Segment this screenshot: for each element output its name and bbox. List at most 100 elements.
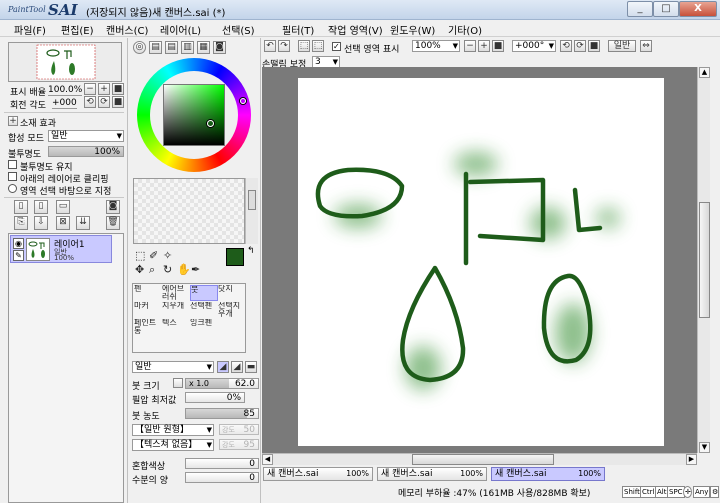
deselect-icon[interactable]: ⬚ [298,40,310,52]
brush-mode-select[interactable]: 일반 ▼ [132,361,214,373]
magnifier-icon[interactable]: ⌕ [149,263,155,277]
copy-layer-icon[interactable]: ⎘ [14,216,28,230]
zoom-reset-button[interactable]: ■ [112,83,124,95]
tool-airbrush[interactable]: 에어브러쉬 [162,285,190,301]
clip-to-layer-checkbox[interactable] [8,172,17,181]
document-tab-2[interactable]: 새 캔버스.sai 100% [377,467,487,481]
canvas-zoom-select[interactable]: 100% ▼ [412,40,460,52]
rgb-slider-mode-icon[interactable]: ▤ [149,41,162,54]
settings-icon[interactable]: ⚙ [710,486,719,498]
maximize-button[interactable]: □ [653,1,679,17]
scroll-left-icon[interactable]: ◀ [262,454,273,465]
brush-size-slider[interactable]: x 1.0 62.0 [185,378,259,389]
undo-icon[interactable]: ↶ [264,40,276,52]
brush-texture-select[interactable]: 【텍스쳐 없음】 ▼ [132,439,214,451]
rotate-value[interactable]: +000 [52,98,77,109]
rotate-right-button[interactable]: ⟳ [98,96,110,108]
document-tab-1[interactable]: 새 캔버스.sai 100% [263,467,373,481]
menu-window[interactable]: 윈도우(W) [390,22,435,37]
tool-bucket[interactable]: 페인트통 [134,319,162,335]
canvas-vertical-scrollbar[interactable]: ▲ ▼ [697,67,710,453]
palette-scrollbar-thumb[interactable] [248,190,256,210]
clear-layer-icon[interactable]: ⊠ [56,216,70,230]
horizontal-scrollbar-thumb[interactable] [412,454,554,465]
show-selection-checkbox[interactable]: ✓ [332,42,341,51]
eyedropper-icon[interactable]: ✒ [191,263,200,277]
edge-medium-icon[interactable]: ◢ [231,361,243,373]
minimize-button[interactable]: _ [627,1,653,17]
menu-edit[interactable]: 편집(E) [61,22,94,37]
layer-row[interactable]: ◉ ✎ 레이어1 일반 100% [10,235,112,263]
size-multiplier-button[interactable] [173,378,183,388]
canvas-rotate-select[interactable]: +000° ▼ [512,40,556,52]
menu-canvas[interactable]: 캔버스(C) [106,22,148,37]
lasso-icon[interactable]: ✐ [149,249,158,263]
color-mixer-mode-icon[interactable]: ▥ [181,41,194,54]
canvas-zoom-out-icon[interactable]: − [464,40,476,52]
menu-filter[interactable]: 필터(T) [282,22,314,37]
canvas-zoom-in-icon[interactable]: + [478,40,490,52]
saturation-value-square[interactable] [163,84,225,146]
tool-text[interactable]: 텍스 [162,319,190,335]
tool-eraser[interactable]: 지우개 [162,302,190,318]
edge-hard-icon[interactable]: ◢ [217,361,229,373]
magic-wand-icon[interactable]: ✧ [163,249,172,263]
shape-strength-slider[interactable]: 강도 50 [219,424,259,435]
scroll-up-icon[interactable]: ▲ [699,67,710,78]
menu-other[interactable]: 기타(O) [448,22,482,37]
canvas-page[interactable] [298,78,664,446]
primary-color-swatch[interactable] [226,248,244,266]
layer-mask-icon[interactable]: ◙ [106,200,120,214]
color-wheel-mode-icon[interactable]: ◎ [133,41,146,54]
hue-cursor[interactable] [240,98,246,104]
eye-icon[interactable]: ◉ [13,238,24,249]
canvas-rotate-right-icon[interactable]: ⟳ [574,40,586,52]
tool-marker[interactable]: 마커 [134,302,162,318]
tool-ink-pen[interactable]: 잉크펜 [190,319,218,335]
tool-pen[interactable]: 펜 [134,285,162,301]
menu-file[interactable]: 파일(F) [14,22,46,37]
rotate-left-button[interactable]: ⟲ [84,96,96,108]
tool-dodge[interactable]: 닷지 [218,285,246,301]
brush-shape-select[interactable]: 【일반 원형】 ▼ [132,424,214,436]
canvas-rotate-left-icon[interactable]: ⟲ [560,40,572,52]
scratchpad-mode-icon[interactable]: ◙ [213,41,226,54]
min-size-slider[interactable]: 0% [185,392,245,403]
zoom-out-button[interactable]: − [84,83,96,95]
invert-selection-icon[interactable]: ⬚ [312,40,324,52]
rotate-reset-button[interactable]: ■ [112,96,124,108]
merge-down-icon[interactable]: ⇩ [34,216,48,230]
tool-select-eraser[interactable]: 선택지우개 [218,302,246,318]
tool-select-pen[interactable]: 선택펜 [190,302,218,318]
swatch-palette[interactable] [133,178,245,244]
swap-colors-icon[interactable]: ↰ [247,246,255,256]
close-button[interactable]: X [679,1,717,17]
color-wheel[interactable] [137,58,251,172]
scroll-right-icon[interactable]: ▶ [686,454,697,465]
hsv-slider-mode-icon[interactable]: ▤ [165,41,178,54]
canvas-horizontal-scrollbar[interactable]: ◀ ▶ [262,453,697,465]
blend-mode-select[interactable]: 일반 ▼ [48,130,124,142]
new-linework-layer-icon[interactable]: ▯ [34,200,48,214]
color-mix-slider[interactable]: 0 [185,458,259,469]
water-amount-slider[interactable]: 0 [185,472,259,483]
tool-brush[interactable]: 붓 [190,285,218,301]
document-tab-3[interactable]: 새 캔버스.sai 100% [491,467,605,481]
menu-select[interactable]: 선택(S) [222,22,255,37]
delete-layer-icon[interactable]: 🗑 [106,216,120,230]
material-effect-expand-icon[interactable]: + [8,116,18,126]
new-layer-icon[interactable]: ▯ [14,200,28,214]
zoom-value[interactable]: 100.0% [48,85,83,96]
menu-workspace[interactable]: 작업 영역(V) [328,22,383,37]
new-folder-icon[interactable]: ▭ [56,200,70,214]
opacity-slider[interactable]: 100% [48,146,124,157]
hand-icon[interactable]: ✋ [177,263,191,277]
marquee-icon[interactable]: ⬚ [135,249,145,263]
scroll-down-icon[interactable]: ▼ [699,442,710,453]
redo-icon[interactable]: ↷ [278,40,290,52]
canvas-zoom-reset-icon[interactable]: ■ [492,40,504,52]
menu-layer[interactable]: 레이어(L) [160,22,201,37]
merge-visible-icon[interactable]: ⇊ [76,216,90,230]
canvas-rotate-reset-icon[interactable]: ■ [588,40,600,52]
navigator-preview[interactable] [8,42,122,82]
